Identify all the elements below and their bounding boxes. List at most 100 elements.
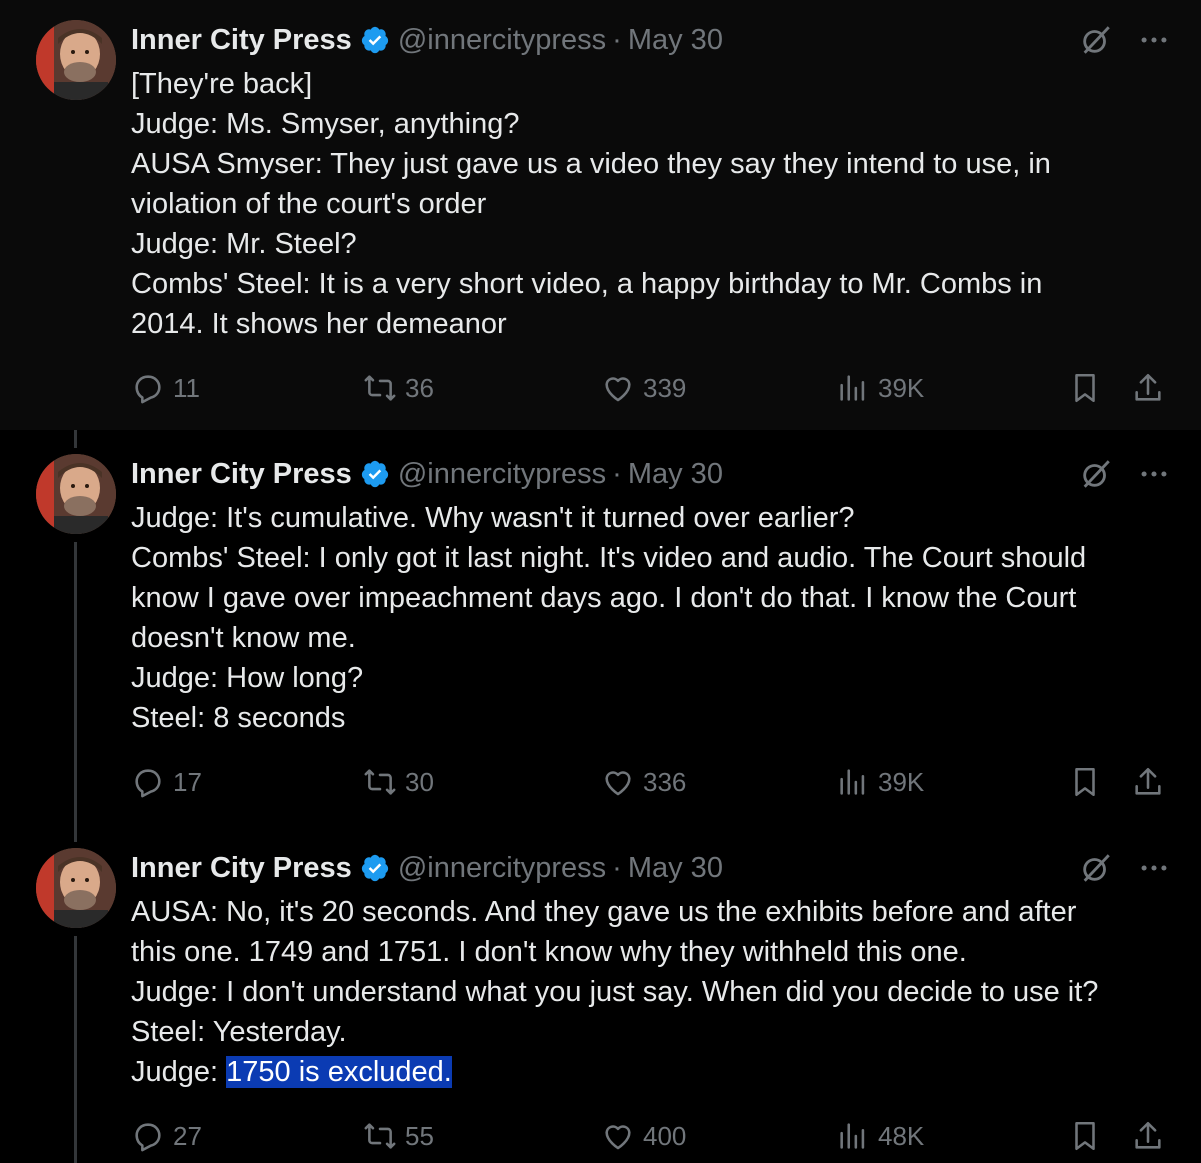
reply-count: 17 — [173, 766, 202, 797]
selected-text[interactable]: 1750 is excluded. — [226, 1056, 452, 1088]
repost-button[interactable]: 30 — [363, 762, 434, 802]
like-count: 339 — [643, 372, 687, 403]
bookmark-icon — [1075, 767, 1095, 797]
tweet[interactable]: Inner City Press @innercitypress · May 3… — [0, 824, 1201, 1163]
avatar[interactable] — [36, 848, 116, 928]
repost-button[interactable]: 36 — [363, 368, 434, 408]
views-chart-icon — [840, 1123, 865, 1149]
views-chart-icon — [840, 375, 865, 401]
tweet-text: AUSA: No, it's 20 seconds. And they gave… — [131, 892, 1181, 1092]
grok-icon[interactable] — [1079, 23, 1113, 57]
views-button[interactable]: 39K — [836, 762, 924, 802]
tweet-text: [They're back] Judge: Ms. Smyser, anythi… — [131, 64, 1181, 344]
heart-icon — [605, 377, 631, 402]
separator-dot: · — [612, 457, 622, 490]
tweet-text-line: 2014. It shows her demeanor — [131, 308, 507, 340]
repost-icon — [364, 375, 396, 401]
grok-icon[interactable] — [1079, 851, 1113, 885]
tweet-text-line-with-selection: Judge: 1750 is excluded. — [131, 1052, 1181, 1092]
share-icon — [1135, 373, 1161, 401]
more-options-icon[interactable] — [1137, 23, 1171, 57]
view-count: 48K — [878, 1120, 925, 1151]
tweet-text-line: know I gave over impeachment days ago. I… — [131, 582, 1077, 614]
tweet[interactable]: Inner City Press @innercitypress · May 3… — [0, 430, 1201, 824]
view-count: 39K — [878, 766, 925, 797]
avatar-image — [36, 454, 116, 534]
tweet-text-line: Judge: I don't understand what you just … — [131, 976, 1099, 1008]
grok-icon[interactable] — [1079, 457, 1113, 491]
heart-icon — [605, 771, 631, 796]
bookmark-button[interactable] — [1068, 762, 1102, 802]
reply-button[interactable]: 17 — [131, 762, 202, 802]
bookmark-button[interactable] — [1068, 1116, 1102, 1156]
repost-count: 30 — [405, 766, 434, 797]
views-button[interactable]: 48K — [836, 1116, 924, 1156]
verified-badge-icon — [361, 460, 388, 488]
tweet-text-line: doesn't know me. — [131, 622, 356, 654]
reply-button[interactable]: 11 — [131, 368, 200, 408]
verified-badge-icon — [361, 854, 388, 882]
views-chart-icon — [840, 769, 865, 795]
tweet-date[interactable]: May 30 — [628, 24, 723, 57]
avatar-image — [36, 20, 116, 100]
separator-dot: · — [612, 851, 622, 884]
like-count: 400 — [643, 1120, 687, 1151]
reply-button[interactable]: 27 — [131, 1116, 202, 1156]
author-handle[interactable]: @innercitypress — [398, 458, 606, 491]
reply-icon — [135, 375, 161, 404]
repost-count: 55 — [405, 1120, 434, 1151]
tweet[interactable]: Inner City Press @innercitypress · May 3… — [0, 0, 1201, 430]
tweet-text-line: Judge: It's cumulative. Why wasn't it tu… — [131, 502, 855, 534]
tweet-actions: 11 36 339 39K — [131, 368, 1171, 408]
tweet-text-line: Combs' Steel: I only got it last night. … — [131, 542, 1087, 574]
view-count: 39K — [878, 372, 925, 403]
tweet-date[interactable]: May 30 — [628, 458, 723, 491]
author-handle[interactable]: @innercitypress — [398, 24, 606, 57]
like-count: 336 — [643, 766, 687, 797]
more-options-icon[interactable] — [1137, 457, 1171, 491]
views-button[interactable]: 39K — [836, 368, 924, 408]
reply-count: 11 — [173, 372, 200, 403]
share-button[interactable] — [1131, 1116, 1165, 1156]
author-name[interactable]: Inner City Press — [131, 852, 352, 885]
tweet-text-line: Judge: How long? — [131, 662, 364, 694]
tweet-text-line: AUSA Smyser: They just gave us a video t… — [131, 148, 1051, 180]
tweet-text-line: AUSA: No, it's 20 seconds. And they gave… — [131, 896, 1077, 928]
tweet-date[interactable]: May 30 — [628, 852, 723, 885]
tweet-actions: 17 30 336 39K — [131, 762, 1171, 802]
tweet-text-line: Steel: 8 seconds — [131, 702, 346, 734]
tweet-text: Judge: It's cumulative. Why wasn't it tu… — [131, 498, 1181, 738]
repost-icon — [364, 1123, 396, 1149]
author-name[interactable]: Inner City Press — [131, 24, 352, 57]
tweet-text-line: [They're back] — [131, 68, 313, 100]
tweet-actions: 27 55 400 48K — [131, 1116, 1171, 1156]
author-handle[interactable]: @innercitypress — [398, 852, 606, 885]
heart-icon — [605, 1125, 631, 1150]
tweet-header: Inner City Press @innercitypress · May 3… — [131, 454, 723, 494]
bookmark-icon — [1075, 1121, 1095, 1151]
more-options-icon[interactable] — [1137, 851, 1171, 885]
bookmark-icon — [1075, 373, 1095, 403]
tweet-text-line: Combs' Steel: It is a very short video, … — [131, 268, 1043, 300]
repost-button[interactable]: 55 — [363, 1116, 434, 1156]
separator-dot: · — [612, 23, 622, 56]
tweet-text-prefix: Judge: — [131, 1056, 227, 1088]
reply-icon — [135, 769, 161, 798]
tweet-header: Inner City Press @innercitypress · May 3… — [131, 848, 723, 888]
like-button[interactable]: 400 — [601, 1116, 686, 1156]
share-icon — [1135, 767, 1161, 795]
share-button[interactable] — [1131, 762, 1165, 802]
share-icon — [1135, 1121, 1161, 1149]
avatar[interactable] — [36, 454, 116, 534]
like-button[interactable]: 336 — [601, 762, 686, 802]
avatar-image — [36, 848, 116, 928]
tweet-text-line: this one. 1749 and 1751. I don't know wh… — [131, 936, 967, 968]
author-name[interactable]: Inner City Press — [131, 458, 352, 491]
avatar[interactable] — [36, 20, 116, 100]
reply-count: 27 — [173, 1120, 202, 1151]
like-button[interactable]: 339 — [601, 368, 686, 408]
share-button[interactable] — [1131, 368, 1165, 408]
bookmark-button[interactable] — [1068, 368, 1102, 408]
tweet-text-line: Judge: Ms. Smyser, anything? — [131, 108, 520, 140]
repost-icon — [364, 769, 396, 795]
